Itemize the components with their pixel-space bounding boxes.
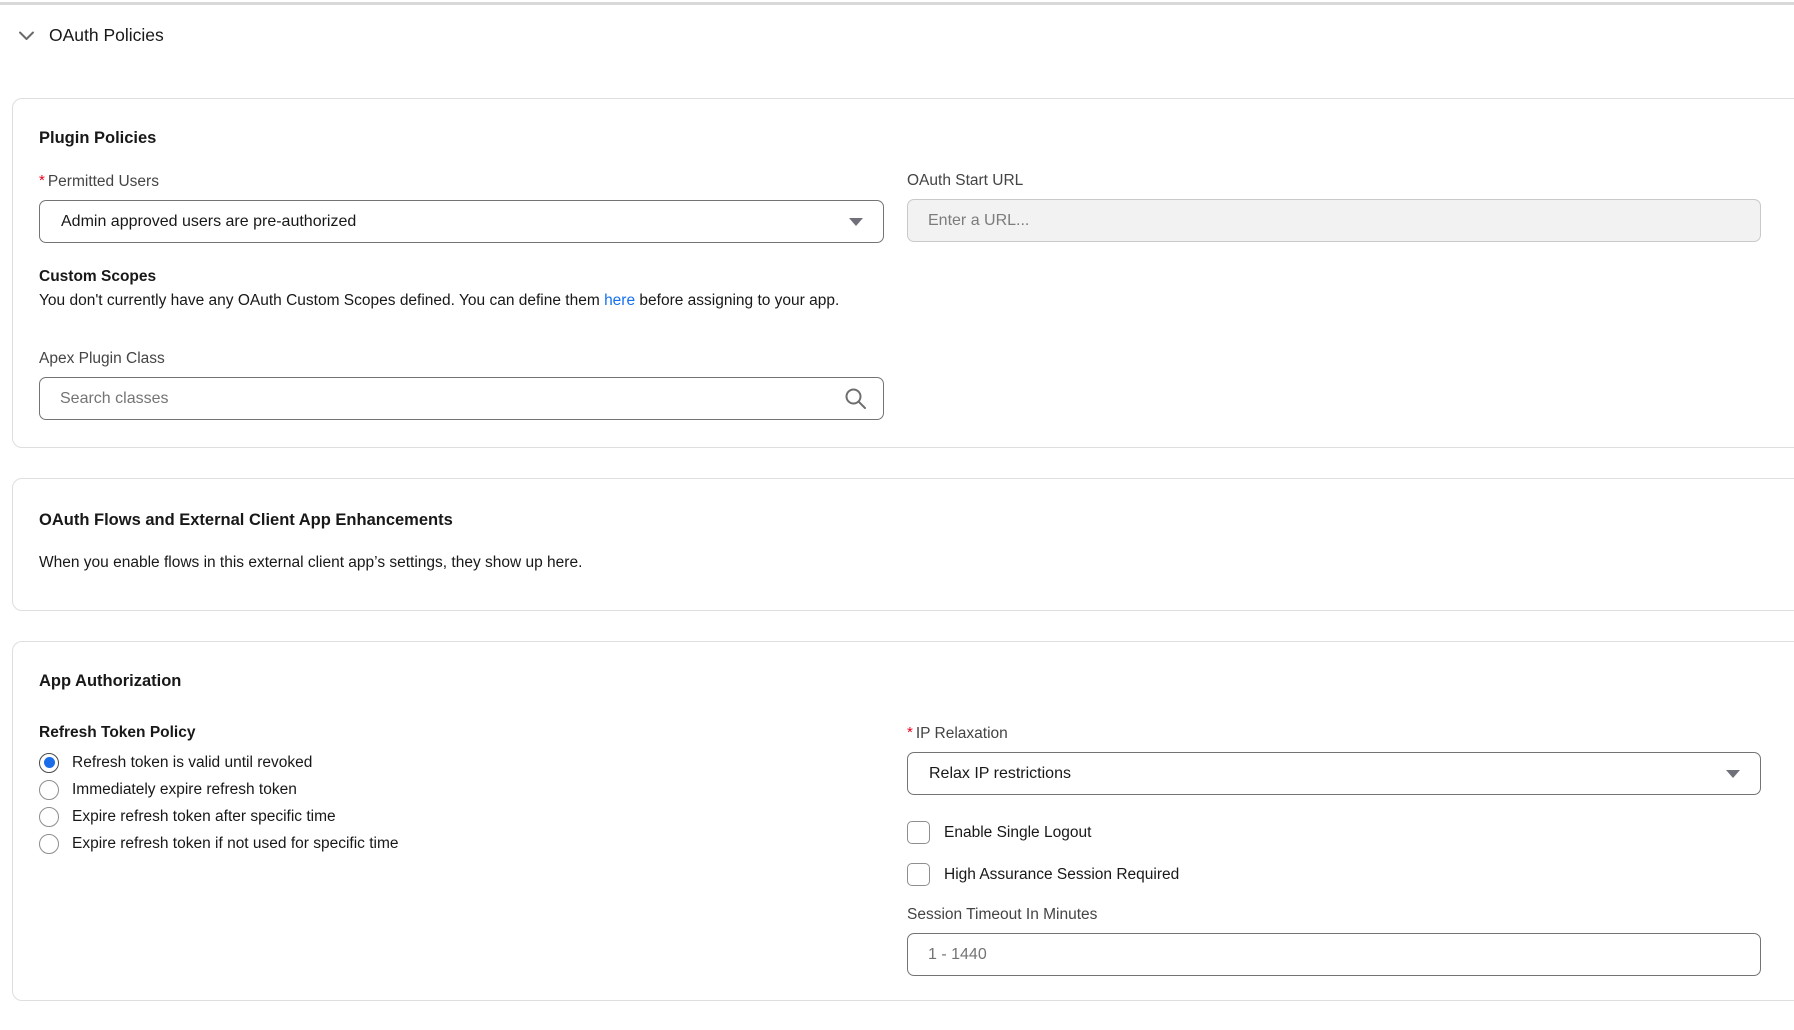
- oauth-start-url-field: OAuth Start URL: [907, 172, 1761, 243]
- required-asterisk: *: [907, 724, 913, 741]
- radio-button-icon: [39, 780, 59, 800]
- high-assurance-session-checkbox[interactable]: High Assurance Session Required: [907, 863, 1761, 886]
- plugin-policies-card: Plugin Policies *Permitted Users Admin a…: [12, 98, 1794, 448]
- radio-refresh-token-valid-until-revoked[interactable]: Refresh token is valid until revoked: [39, 749, 884, 776]
- refresh-token-policy-group: Refresh Token Policy Refresh token is va…: [39, 724, 884, 976]
- dropdown-caret-icon: [1726, 770, 1740, 778]
- ip-relaxation-select[interactable]: Relax IP restrictions: [907, 752, 1761, 795]
- section-title: OAuth Policies: [49, 25, 164, 46]
- oauth-start-url-label: OAuth Start URL: [907, 172, 1761, 190]
- permitted-users-value: Admin approved users are pre-authorized: [61, 213, 849, 231]
- radio-expire-if-not-used[interactable]: Expire refresh token if not used for spe…: [39, 830, 884, 857]
- permitted-users-field: *Permitted Users Admin approved users ar…: [39, 172, 884, 243]
- app-authorization-heading: App Authorization: [39, 672, 1794, 691]
- chevron-down-icon[interactable]: [17, 26, 36, 45]
- radio-button-icon: [39, 753, 59, 773]
- radio-immediately-expire[interactable]: Immediately expire refresh token: [39, 776, 884, 803]
- refresh-token-policy-label: Refresh Token Policy: [39, 724, 884, 742]
- ip-relaxation-value: Relax IP restrictions: [929, 765, 1726, 783]
- checkbox-icon: [907, 821, 930, 844]
- dropdown-caret-icon: [849, 218, 863, 226]
- oauth-flows-description: When you enable flows in this external c…: [39, 552, 1794, 574]
- radio-button-icon: [39, 807, 59, 827]
- radio-button-icon: [39, 834, 59, 854]
- app-authorization-card: App Authorization Refresh Token Policy R…: [12, 641, 1794, 1001]
- radio-expire-after-specific-time[interactable]: Expire refresh token after specific time: [39, 803, 884, 830]
- plugin-policies-heading: Plugin Policies: [39, 129, 1794, 148]
- permitted-users-label: *Permitted Users: [39, 172, 884, 191]
- apex-plugin-class-search: [39, 377, 884, 420]
- session-timeout-input[interactable]: [907, 933, 1761, 976]
- top-divider: [0, 2, 1794, 5]
- custom-scopes-heading: Custom Scopes: [39, 268, 1794, 286]
- enable-single-logout-checkbox[interactable]: Enable Single Logout: [907, 821, 1761, 844]
- app-authorization-right-column: *IP Relaxation Relax IP restrictions Ena…: [907, 724, 1761, 976]
- custom-scopes-text: You don't currently have any OAuth Custo…: [39, 290, 1794, 312]
- oauth-flows-card: OAuth Flows and External Client App Enha…: [12, 478, 1794, 611]
- permitted-users-select[interactable]: Admin approved users are pre-authorized: [39, 200, 884, 243]
- oauth-start-url-input[interactable]: [907, 199, 1761, 242]
- session-timeout-label: Session Timeout In Minutes: [907, 906, 1761, 924]
- apex-plugin-class-search-input[interactable]: [39, 377, 884, 420]
- required-asterisk: *: [39, 172, 45, 189]
- custom-scopes-here-link[interactable]: here: [604, 292, 635, 309]
- oauth-flows-heading: OAuth Flows and External Client App Enha…: [39, 511, 1794, 530]
- apex-plugin-class-label: Apex Plugin Class: [39, 350, 1794, 368]
- checkbox-icon: [907, 863, 930, 886]
- oauth-policies-section-header[interactable]: OAuth Policies: [17, 25, 1794, 46]
- ip-relaxation-label: *IP Relaxation: [907, 724, 1761, 743]
